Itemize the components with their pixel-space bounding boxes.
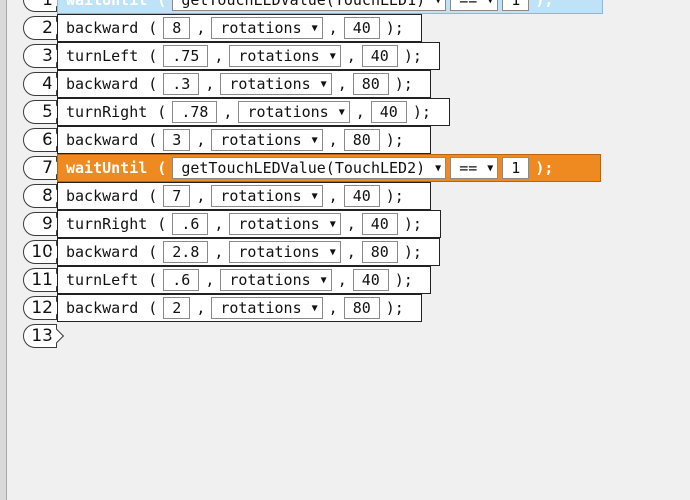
command-keyword: turnLeft (66, 271, 139, 289)
speed-input[interactable]: 40 (370, 101, 407, 123)
amount-input[interactable]: .78 (172, 101, 218, 123)
speed-input[interactable]: 40 (352, 269, 389, 291)
command-keyword: backward (66, 19, 139, 37)
wait-until-block[interactable]: waitUntil ( getTouchLEDValue(TouchLED2) ▼… (57, 154, 601, 182)
unit-dropdown[interactable]: rotations ▼ (220, 269, 332, 291)
amount-input[interactable]: 3 (163, 129, 191, 151)
line-number: 5 (23, 100, 57, 124)
unit-dropdown[interactable]: rotations ▼ (211, 17, 323, 39)
command-keyword: backward (66, 131, 139, 149)
compare-value-input[interactable]: 1 (502, 157, 530, 179)
sensor-function-dropdown[interactable]: getTouchLEDValue(TouchLED2) ▼ (172, 157, 447, 179)
unit-dropdown[interactable]: rotations ▼ (211, 297, 323, 319)
command-keyword: backward (66, 187, 139, 205)
chevron-down-icon: ▼ (329, 218, 336, 230)
unit-dropdown[interactable]: rotations ▼ (211, 129, 323, 151)
command-keyword: backward (66, 243, 139, 261)
backward-block[interactable]: backward ( 2.8 , rotations ▼ , 80 ); (57, 238, 440, 266)
turn-right-block[interactable]: turnRight ( .6 , rotations ▼ , 40 ); (57, 210, 441, 238)
command-keyword: backward (66, 299, 139, 317)
line-number: 11 (23, 268, 57, 292)
backward-block[interactable]: backward ( 3 , rotations ▼ , 80 ); (57, 126, 431, 154)
turn-right-block[interactable]: turnRight ( .78 , rotations ▼ , 40 ); (57, 98, 450, 126)
line-number: 9 (23, 212, 57, 236)
chevron-down-icon: ▼ (435, 162, 442, 174)
amount-input[interactable]: 2.8 (163, 241, 209, 263)
unit-dropdown[interactable]: rotations ▼ (220, 73, 332, 95)
command-keyword: waitUntil (66, 0, 148, 9)
amount-input[interactable]: .6 (172, 213, 209, 235)
line-number: 4 (23, 72, 57, 96)
unit-dropdown[interactable]: rotations ▼ (229, 213, 341, 235)
amount-input[interactable]: .6 (163, 269, 200, 291)
speed-input[interactable]: 80 (343, 129, 380, 151)
speed-input[interactable]: 80 (343, 297, 380, 319)
wait-until-block[interactable]: waitUntil ( getTouchLEDValue(TouchLED1) ▼… (57, 0, 603, 14)
line-number: 1 (23, 0, 57, 12)
amount-input[interactable]: 2 (163, 297, 191, 319)
backward-block[interactable]: backward ( .3 , rotations ▼ , 80 ); (57, 70, 431, 98)
line-number: 7 (23, 156, 57, 180)
unit-dropdown[interactable]: rotations ▼ (211, 185, 323, 207)
command-keyword: turnRight (66, 215, 148, 233)
speed-input[interactable]: 40 (343, 185, 380, 207)
chevron-down-icon: ▼ (311, 22, 318, 34)
unit-dropdown[interactable]: rotations ▼ (229, 45, 341, 67)
speed-input[interactable]: 80 (361, 241, 398, 263)
amount-input[interactable]: .3 (163, 73, 200, 95)
speed-input[interactable]: 40 (343, 17, 380, 39)
line-number: 12 (23, 296, 57, 320)
chevron-down-icon: ▼ (329, 246, 336, 258)
operator-dropdown[interactable]: == ▼ (450, 157, 499, 179)
command-keyword: turnLeft (66, 47, 139, 65)
chevron-down-icon: ▼ (320, 78, 327, 90)
chevron-down-icon: ▼ (311, 302, 318, 314)
unit-dropdown[interactable]: rotations ▼ (238, 101, 350, 123)
chevron-down-icon: ▼ (320, 274, 327, 286)
chevron-down-icon: ▼ (311, 134, 318, 146)
line-number: 10 (23, 240, 57, 264)
chevron-down-icon: ▼ (311, 190, 318, 202)
command-keyword: turnRight (66, 103, 148, 121)
backward-block[interactable]: backward ( 7 , rotations ▼ , 40 ); (57, 182, 431, 210)
code-editor[interactable]: 1 waitUntil ( getTouchLEDValue(TouchLED1… (0, 0, 690, 500)
line-number: 2 (23, 16, 57, 40)
turn-left-block[interactable]: turnLeft ( .75 , rotations ▼ , 40 ); (57, 42, 440, 70)
chevron-down-icon: ▼ (329, 50, 336, 62)
backward-block[interactable]: backward ( 8 , rotations ▼ , 40 ); (57, 14, 422, 42)
operator-dropdown[interactable]: == ▼ (450, 0, 499, 11)
line-number: 8 (23, 184, 57, 208)
speed-input[interactable]: 40 (361, 213, 398, 235)
amount-input[interactable]: .75 (163, 45, 209, 67)
line-number: 3 (23, 44, 57, 68)
command-keyword: backward (66, 75, 139, 93)
compare-value-input[interactable]: 1 (502, 0, 530, 11)
chevron-down-icon: ▼ (487, 0, 494, 6)
chevron-down-icon: ▼ (338, 106, 345, 118)
speed-input[interactable]: 40 (361, 45, 398, 67)
line-number: 6 (23, 128, 57, 152)
turn-left-block[interactable]: turnLeft ( .6 , rotations ▼ , 40 ); (57, 266, 431, 294)
chevron-down-icon: ▼ (487, 162, 494, 174)
amount-input[interactable]: 7 (163, 185, 191, 207)
chevron-down-icon: ▼ (435, 0, 442, 6)
line-number: 13 (23, 324, 57, 348)
sensor-function-dropdown[interactable]: getTouchLEDValue(TouchLED1) ▼ (172, 0, 447, 11)
backward-block[interactable]: backward ( 2 , rotations ▼ , 80 ); (57, 294, 422, 322)
unit-dropdown[interactable]: rotations ▼ (229, 241, 341, 263)
amount-input[interactable]: 8 (163, 17, 191, 39)
speed-input[interactable]: 80 (352, 73, 389, 95)
command-keyword: waitUntil (66, 159, 148, 177)
